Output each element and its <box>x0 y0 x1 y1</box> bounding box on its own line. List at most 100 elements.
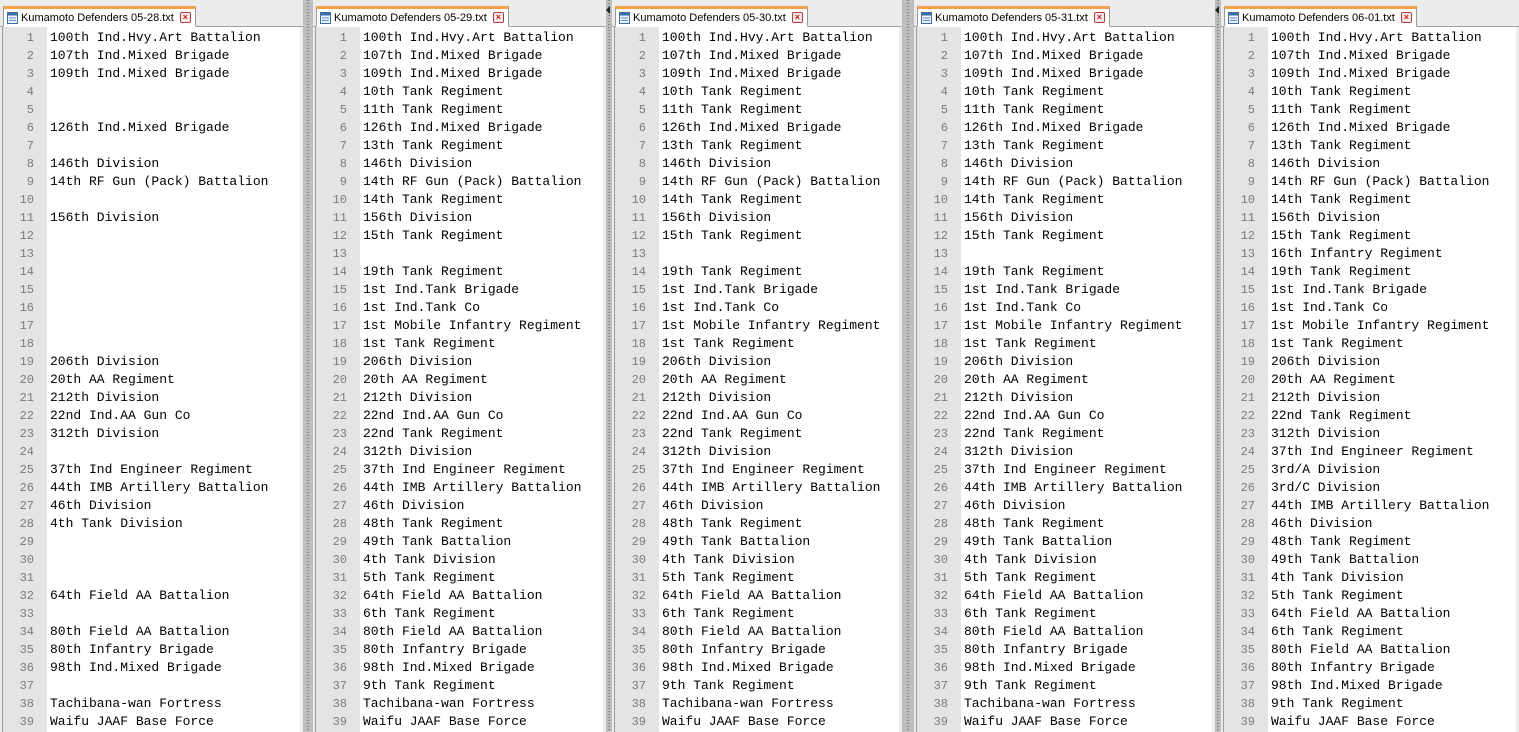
close-icon[interactable]: × <box>791 12 803 23</box>
editor-line[interactable]: 17 1st Mobile Infantry Regiment <box>316 317 603 335</box>
editor-line[interactable]: 26 44th IMB Artillery Battalion <box>615 479 899 497</box>
editor-line[interactable]: 16 1st Ind.Tank Co <box>1224 299 1516 317</box>
editor-line[interactable]: 11 156th Division <box>316 209 603 227</box>
editor-line[interactable]: 23 22nd Tank Regiment <box>917 425 1212 443</box>
editor-line[interactable]: 22 22nd Ind.AA Gun Co <box>316 407 603 425</box>
editor-line[interactable]: 4 <box>3 83 300 101</box>
editor-line[interactable]: 13 16th Infantry Regiment <box>1224 245 1516 263</box>
editor-line[interactable]: 24 37th Ind Engineer Regiment <box>1224 443 1516 461</box>
editor-line[interactable]: 10 14th Tank Regiment <box>1224 191 1516 209</box>
editor-line[interactable]: 28 48th Tank Regiment <box>615 515 899 533</box>
editor-line[interactable]: 25 37th Ind Engineer Regiment <box>615 461 899 479</box>
editor-line[interactable]: 13 <box>3 245 300 263</box>
editor-line[interactable]: 39 Waifu JAAF Base Force <box>3 713 300 731</box>
editor-line[interactable]: 16 1st Ind.Tank Co <box>615 299 899 317</box>
text-editor[interactable]: 1 100th Ind.Hvy.Art Battalion 2 107th Ind.M… <box>2 27 300 732</box>
editor-line[interactable]: 22 22nd Tank Regiment <box>1224 407 1516 425</box>
editor-line[interactable]: 1 100th Ind.Hvy.Art Battalion <box>917 29 1212 47</box>
editor-line[interactable]: 3 109th Ind.Mixed Brigade <box>917 65 1212 83</box>
close-icon[interactable]: × <box>1400 12 1412 23</box>
editor-line[interactable]: 6 126th Ind.Mixed Brigade <box>1224 119 1516 137</box>
editor-line[interactable]: 8 146th Division <box>1224 155 1516 173</box>
editor-line[interactable]: 36 98th Ind.Mixed Brigade <box>3 659 300 677</box>
editor-line[interactable]: 11 156th Division <box>615 209 899 227</box>
editor-line[interactable]: 27 46th Division <box>917 497 1212 515</box>
editor-line[interactable]: 29 49th Tank Battalion <box>615 533 899 551</box>
editor-line[interactable]: 25 3rd/A Division <box>1224 461 1516 479</box>
editor-line[interactable]: 24 <box>3 443 300 461</box>
pane-splitter[interactable] <box>902 0 914 732</box>
editor-line[interactable]: 28 48th Tank Regiment <box>917 515 1212 533</box>
editor-line[interactable]: 6 126th Ind.Mixed Brigade <box>615 119 899 137</box>
editor-line[interactable]: 27 46th Division <box>3 497 300 515</box>
editor-line[interactable]: 30 4th Tank Division <box>316 551 603 569</box>
editor-line[interactable]: 10 14th Tank Regiment <box>917 191 1212 209</box>
splitter-grip[interactable] <box>307 0 309 732</box>
editor-line[interactable]: 18 1st Tank Regiment <box>917 335 1212 353</box>
editor-line[interactable]: 36 98th Ind.Mixed Brigade <box>316 659 603 677</box>
editor-line[interactable]: 21 212th Division <box>316 389 603 407</box>
editor-line[interactable]: 27 44th IMB Artillery Battalion <box>1224 497 1516 515</box>
editor-line[interactable]: 3 109th Ind.Mixed Brigade <box>1224 65 1516 83</box>
close-icon[interactable]: × <box>492 12 504 23</box>
text-editor[interactable]: 1 100th Ind.Hvy.Art Battalion 2 107th Ind.M… <box>315 27 603 732</box>
editor-line[interactable]: 33 <box>3 605 300 623</box>
editor-line[interactable]: 21 212th Division <box>917 389 1212 407</box>
editor-line[interactable]: 26 44th IMB Artillery Battalion <box>316 479 603 497</box>
editor-line[interactable]: 30 49th Tank Battalion <box>1224 551 1516 569</box>
editor-line[interactable]: 38 Tachibana-wan Fortress <box>615 695 899 713</box>
editor-line[interactable]: 32 64th Field AA Battalion <box>917 587 1212 605</box>
editor-line[interactable]: 28 4th Tank Division <box>3 515 300 533</box>
editor-line[interactable]: 37 98th Ind.Mixed Brigade <box>1224 677 1516 695</box>
editor-line[interactable]: 12 15th Tank Regiment <box>917 227 1212 245</box>
editor-line[interactable]: 18 1st Tank Regiment <box>1224 335 1516 353</box>
editor-line[interactable]: 35 80th Infantry Brigade <box>615 641 899 659</box>
editor-line[interactable]: 33 6th Tank Regiment <box>615 605 899 623</box>
editor-line[interactable]: 36 80th Infantry Brigade <box>1224 659 1516 677</box>
editor-line[interactable]: 19 206th Division <box>615 353 899 371</box>
editor-line[interactable]: 30 4th Tank Division <box>615 551 899 569</box>
editor-line[interactable]: 4 10th Tank Regiment <box>316 83 603 101</box>
editor-line[interactable]: 23 312th Division <box>1224 425 1516 443</box>
editor-line[interactable]: 29 <box>3 533 300 551</box>
editor-line[interactable]: 12 15th Tank Regiment <box>1224 227 1516 245</box>
editor-line[interactable]: 26 44th IMB Artillery Battalion <box>917 479 1212 497</box>
editor-line[interactable]: 35 80th Infantry Brigade <box>316 641 603 659</box>
editor-line[interactable]: 9 14th RF Gun (Pack) Battalion <box>3 173 300 191</box>
editor-line[interactable]: 5 11th Tank Regiment <box>615 101 899 119</box>
editor-line[interactable]: 31 4th Tank Division <box>1224 569 1516 587</box>
editor-line[interactable]: 34 80th Field AA Battalion <box>3 623 300 641</box>
splitter-grip[interactable] <box>608 0 610 732</box>
collapse-arrow-icon[interactable] <box>606 6 610 14</box>
editor-line[interactable]: 33 64th Field AA Battalion <box>1224 605 1516 623</box>
editor-line[interactable]: 22 22nd Ind.AA Gun Co <box>917 407 1212 425</box>
editor-line[interactable]: 15 1st Ind.Tank Brigade <box>1224 281 1516 299</box>
editor-line[interactable]: 39 Waifu JAAF Base Force <box>917 713 1212 731</box>
tab-kumamoto-0530[interactable]: Kumamoto Defenders 05-30.txt × <box>615 6 808 27</box>
collapse-arrow-icon[interactable] <box>1215 6 1219 14</box>
editor-line[interactable]: 5 <box>3 101 300 119</box>
editor-line[interactable]: 14 <box>3 263 300 281</box>
editor-line[interactable]: 21 212th Division <box>615 389 899 407</box>
editor-line[interactable]: 12 15th Tank Regiment <box>316 227 603 245</box>
editor-line[interactable]: 11 156th Division <box>917 209 1212 227</box>
tab-kumamoto-0601[interactable]: Kumamoto Defenders 06-01.txt × <box>1224 6 1417 27</box>
editor-line[interactable]: 18 1st Tank Regiment <box>615 335 899 353</box>
editor-line[interactable]: 5 11th Tank Regiment <box>1224 101 1516 119</box>
editor-line[interactable]: 9 14th RF Gun (Pack) Battalion <box>316 173 603 191</box>
splitter-grip[interactable] <box>1217 0 1219 732</box>
editor-line[interactable]: 20 20th AA Regiment <box>3 371 300 389</box>
editor-line[interactable]: 15 1st Ind.Tank Brigade <box>615 281 899 299</box>
editor-line[interactable]: 12 15th Tank Regiment <box>615 227 899 245</box>
editor-line[interactable]: 37 <box>3 677 300 695</box>
editor-line[interactable]: 3 109th Ind.Mixed Brigade <box>3 65 300 83</box>
editor-line[interactable]: 17 1st Mobile Infantry Regiment <box>1224 317 1516 335</box>
editor-line[interactable]: 21 212th Division <box>3 389 300 407</box>
editor-line[interactable]: 8 146th Division <box>3 155 300 173</box>
editor-line[interactable]: 9 14th RF Gun (Pack) Battalion <box>917 173 1212 191</box>
editor-line[interactable]: 31 5th Tank Regiment <box>316 569 603 587</box>
editor-line[interactable]: 7 13th Tank Regiment <box>917 137 1212 155</box>
editor-line[interactable]: 1 100th Ind.Hvy.Art Battalion <box>316 29 603 47</box>
editor-line[interactable]: 33 6th Tank Regiment <box>917 605 1212 623</box>
editor-line[interactable]: 2 107th Ind.Mixed Brigade <box>316 47 603 65</box>
